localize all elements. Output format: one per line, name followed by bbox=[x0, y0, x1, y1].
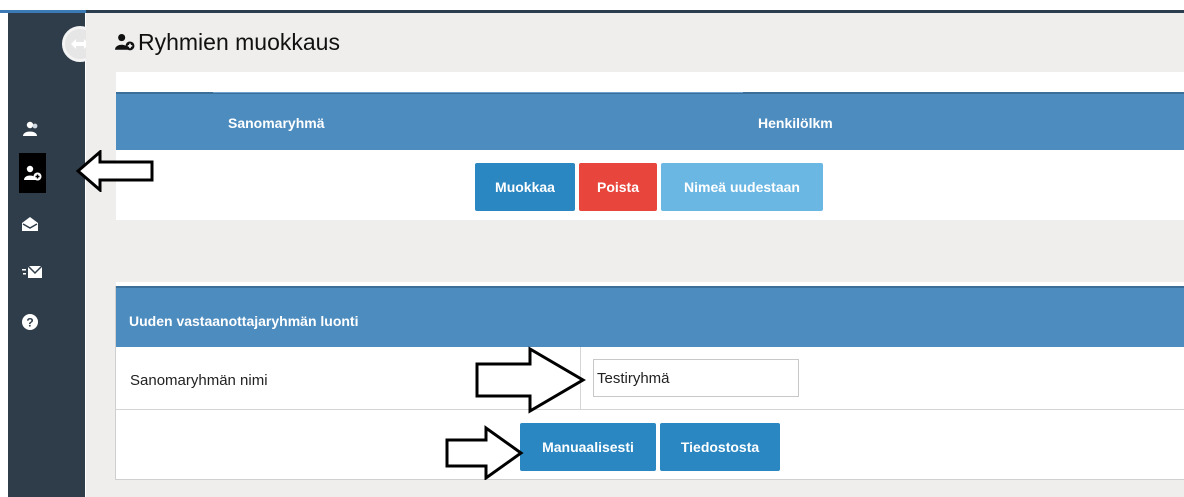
column-header-group[interactable]: Sanomaryhmä bbox=[228, 115, 324, 131]
pointer-arrow-right-input bbox=[475, 346, 586, 414]
delete-button[interactable]: Poista bbox=[579, 163, 657, 211]
column-header-count[interactable]: Henkilölkm bbox=[758, 115, 833, 131]
rename-button[interactable]: Nimeä uudestaan bbox=[661, 163, 823, 211]
user-plus-icon bbox=[115, 34, 135, 51]
pointer-arrow-right-button bbox=[445, 425, 524, 481]
new-group-panel: Uuden vastaanottajaryhmän luonti Sanomar… bbox=[115, 286, 1184, 480]
header-separator bbox=[213, 92, 743, 93]
pointer-arrow-left bbox=[76, 150, 154, 192]
manual-button[interactable]: Manuaalisesti bbox=[520, 423, 656, 471]
edit-button[interactable]: Muokkaa bbox=[475, 163, 575, 211]
groups-table-header: Sanomaryhmä Henkilölkm bbox=[116, 92, 1184, 150]
from-file-button[interactable]: Tiedostosta bbox=[660, 423, 780, 471]
row-divider-horizontal bbox=[116, 409, 1184, 410]
page-title: Ryhmien muokkaus bbox=[138, 29, 340, 55]
page-header: Ryhmien muokkaus bbox=[86, 13, 1184, 72]
svg-text:?: ? bbox=[26, 316, 33, 330]
send-mail-icon bbox=[22, 266, 42, 278]
group-name-input[interactable] bbox=[593, 359, 799, 397]
help-icon: ? bbox=[22, 314, 38, 330]
user-plus-icon bbox=[23, 165, 41, 181]
groups-table-panel: Sanomaryhmä Henkilölkm Muokkaa Poista Ni… bbox=[116, 90, 1184, 220]
bottom-margin bbox=[86, 480, 1184, 497]
users-icon bbox=[23, 121, 38, 136]
section-gap bbox=[86, 220, 1184, 282]
sidebar-item-send[interactable] bbox=[8, 254, 78, 290]
group-name-label: Sanomaryhmän nimi bbox=[130, 372, 268, 389]
sidebar-item-help[interactable]: ? bbox=[8, 304, 78, 340]
sidebar-item-users[interactable] bbox=[8, 111, 78, 147]
envelope-open-icon bbox=[22, 217, 38, 231]
sidebar-item-add-user[interactable] bbox=[19, 153, 46, 193]
sidebar-item-messages[interactable] bbox=[8, 206, 78, 242]
new-group-title: Uuden vastaanottajaryhmän luonti bbox=[129, 313, 359, 329]
new-group-header: Uuden vastaanottajaryhmän luonti bbox=[116, 286, 1184, 347]
